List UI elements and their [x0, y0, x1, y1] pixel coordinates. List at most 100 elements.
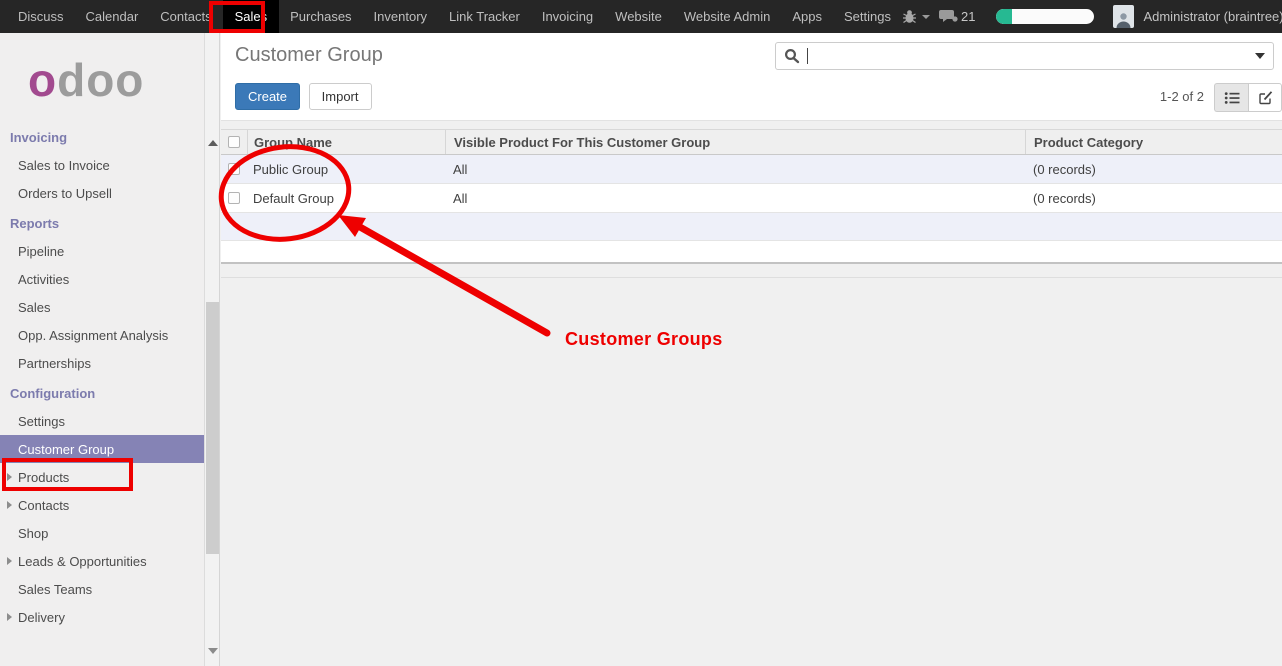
sidebar-item-delivery[interactable]: Delivery	[0, 603, 204, 631]
sidebar-item-activities[interactable]: Activities	[0, 265, 204, 293]
nav-item-website-admin[interactable]: Website Admin	[673, 0, 781, 33]
odoo-logo: odoo	[0, 33, 204, 113]
list-view-button[interactable]	[1214, 83, 1248, 112]
sidebar-scrollbar[interactable]	[204, 33, 220, 666]
create-button[interactable]: Create	[235, 83, 300, 110]
sidebar-item-label: Sales Teams	[18, 582, 92, 597]
sidebar-item-contacts[interactable]: Contacts	[0, 491, 204, 519]
nav-item-website[interactable]: Website	[604, 0, 673, 33]
cell-product-category: (0 records)	[1025, 155, 1282, 183]
customer-group-list: Group NameVisible Product For This Custo…	[221, 129, 1282, 264]
import-button[interactable]: Import	[309, 83, 372, 110]
sidebar-item-label: Settings	[18, 414, 65, 429]
row-checkbox[interactable]	[228, 163, 240, 175]
sidebar-item-label: Opp. Assignment Analysis	[18, 328, 168, 343]
nav-item-inventory[interactable]: Inventory	[363, 0, 438, 33]
chat-bubble-icon	[939, 9, 958, 24]
sidebar-item-sales[interactable]: Sales	[0, 293, 204, 321]
form-view-button[interactable]	[1248, 83, 1282, 112]
debug-menu[interactable]	[902, 9, 930, 24]
sidebar-item-shop[interactable]: Shop	[0, 519, 204, 547]
sidebar-section-configuration: Configuration	[0, 379, 204, 407]
sidebar-item-label: Activities	[18, 272, 69, 287]
scroll-down-arrow-icon[interactable]	[208, 648, 218, 654]
nav-item-discuss[interactable]: Discuss	[7, 0, 75, 33]
nav-item-calendar[interactable]: Calendar	[75, 0, 150, 33]
divider	[221, 277, 1282, 278]
form-view-icon	[1258, 90, 1273, 105]
nav-item-settings[interactable]: Settings	[833, 0, 902, 33]
nav-item-sales[interactable]: Sales	[223, 0, 280, 33]
sidebar-item-leads-opportunities[interactable]: Leads & Opportunities	[0, 547, 204, 575]
button-row: Create Import 1-2 of 2	[235, 83, 1282, 112]
search-box[interactable]	[775, 42, 1274, 70]
sidebar-section-invoicing: Invoicing	[0, 123, 204, 151]
control-panel: Customer Group Create Import 1-2 of 2	[221, 33, 1282, 121]
scrollbar-thumb[interactable]	[206, 302, 219, 554]
page-title: Customer Group	[235, 44, 383, 67]
nav-right-cluster: 21 Administrator (braintree)	[902, 5, 1282, 28]
sidebar-item-pipeline[interactable]: Pipeline	[0, 237, 204, 265]
sidebar-section-reports: Reports	[0, 209, 204, 237]
table-header-row: Group NameVisible Product For This Custo…	[221, 129, 1282, 155]
select-all-checkbox[interactable]	[228, 136, 240, 148]
row-checkbox[interactable]	[228, 192, 240, 204]
cell-visible-product-for-this-customer-group: All	[445, 184, 1025, 212]
sidebar-item-label: Leads & Opportunities	[18, 554, 147, 569]
cell-product-category: (0 records)	[1025, 184, 1282, 212]
avatar[interactable]	[1113, 5, 1134, 28]
scroll-up-arrow-icon[interactable]	[208, 140, 218, 146]
sidebar-item-partnerships[interactable]: Partnerships	[0, 349, 204, 377]
messages-indicator[interactable]: 21	[939, 9, 975, 24]
text-cursor	[807, 48, 808, 64]
view-switcher	[1214, 83, 1282, 112]
sidebar-menu: Invoicing Sales to Invoice Orders to Upsel…	[0, 113, 204, 631]
column-header-visible-product-for-this-customer-group[interactable]: Visible Product For This Customer Group	[445, 130, 1025, 154]
chevron-down-icon	[922, 15, 930, 19]
sidebar-item-sales-teams[interactable]: Sales Teams	[0, 575, 204, 603]
column-header-group-name[interactable]: Group Name	[247, 130, 445, 154]
sidebar-item-label: Customer Group	[18, 442, 114, 457]
sidebar-item-label: Orders to Upsell	[18, 186, 112, 201]
bug-icon	[902, 9, 917, 24]
trial-progress-pill[interactable]	[996, 9, 1094, 24]
sidebar-item-products[interactable]: Products	[0, 463, 204, 491]
cell-group-name: Public Group	[247, 155, 445, 183]
empty-row	[221, 241, 1282, 264]
sidebar-item-label: Sales to Invoice	[18, 158, 110, 173]
sidebar-item-sales-to-invoice[interactable]: Sales to Invoice	[0, 151, 204, 179]
sidebar-item-orders-to-upsell[interactable]: Orders to Upsell	[0, 179, 204, 207]
sidebar: odoo Invoicing Sales to Invoice Orders to …	[0, 33, 204, 666]
chevron-right-icon	[7, 557, 12, 565]
sidebar-item-settings[interactable]: Settings	[0, 407, 204, 435]
user-menu[interactable]: Administrator (braintree)	[1143, 9, 1282, 24]
table-row-public-group[interactable]: Public GroupAll(0 records)	[221, 155, 1282, 184]
sidebar-item-label: Partnerships	[18, 356, 91, 371]
sidebar-item-customer-group[interactable]: Customer Group	[0, 435, 204, 463]
search-dropdown-caret-icon[interactable]	[1255, 53, 1265, 59]
annotation-label: Customer Groups	[565, 329, 723, 350]
chevron-right-icon	[7, 613, 12, 621]
nav-item-invoicing[interactable]: Invoicing	[531, 0, 604, 33]
cell-visible-product-for-this-customer-group: All	[445, 155, 1025, 183]
nav-item-contacts[interactable]: Contacts	[149, 0, 222, 33]
search-icon	[784, 48, 800, 64]
sidebar-item-label: Pipeline	[18, 244, 64, 259]
nav-item-apps[interactable]: Apps	[781, 0, 833, 33]
message-count: 21	[961, 9, 975, 24]
sidebar-item-opp-assignment-analysis[interactable]: Opp. Assignment Analysis	[0, 321, 204, 349]
nav-item-purchases[interactable]: Purchases	[279, 0, 362, 33]
list-view-icon	[1224, 91, 1240, 105]
chevron-right-icon	[7, 501, 12, 509]
table-row-default-group[interactable]: Default GroupAll(0 records)	[221, 184, 1282, 213]
pager: 1-2 of 2	[1160, 89, 1204, 104]
column-header-product-category[interactable]: Product Category	[1025, 130, 1282, 154]
sidebar-item-label: Shop	[18, 526, 48, 541]
nav-item-link-tracker[interactable]: Link Tracker	[438, 0, 531, 33]
sidebar-item-label: Products	[18, 470, 69, 485]
empty-row	[221, 213, 1282, 241]
sidebar-item-label: Contacts	[18, 498, 69, 513]
progress-fill	[996, 9, 1012, 24]
top-navbar: DiscussCalendarContactsSalesPurchasesInv…	[0, 0, 1282, 33]
sidebar-item-label: Sales	[18, 300, 51, 315]
